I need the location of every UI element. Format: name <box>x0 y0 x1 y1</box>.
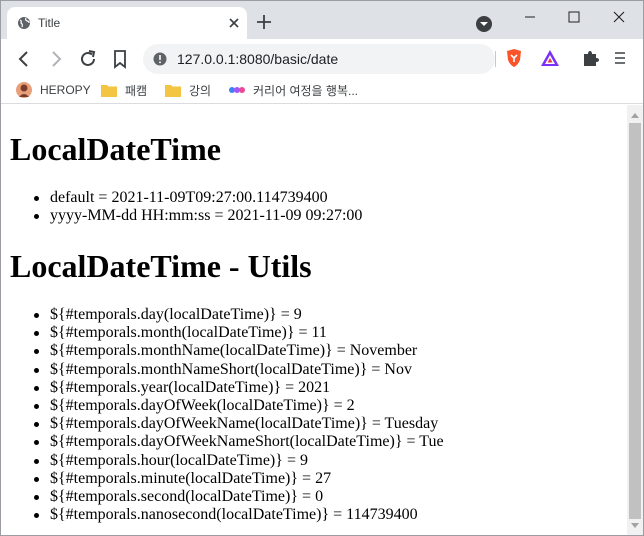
info-icon[interactable] <box>153 52 167 66</box>
tab-active[interactable]: Title <box>7 7 247 39</box>
puzzle-icon[interactable] <box>580 48 600 68</box>
list-item: default = 2021-11-09T09:27:00.114739400 <box>33 189 362 207</box>
bookmark-folder-강의[interactable]: 강의 <box>165 81 211 99</box>
bookmark-label: HEROPY <box>40 83 91 97</box>
close-icon[interactable] <box>225 14 243 32</box>
bookmarks-bar: HEROPY 패캠 강의 커리어 여정을 행복... <box>1 77 643 104</box>
plus-icon[interactable] <box>255 13 273 31</box>
bookmark-heropy[interactable]: HEROPY <box>16 81 91 99</box>
list-item: ${#temporals.hour(localDateTime)} = 9 <box>34 452 444 470</box>
vertical-scrollbar[interactable] <box>627 105 643 535</box>
list-item: ${#temporals.minute(localDateTime)} = 27 <box>34 470 444 488</box>
bookmark-label: 패캠 <box>125 83 148 98</box>
reload-icon[interactable] <box>77 48 99 70</box>
globe-icon <box>18 17 30 29</box>
tab-strip: Title <box>1 1 643 39</box>
page-content: LocalDateTime default = 2021-11-09T09:27… <box>1 105 627 535</box>
scrollbar-thumb[interactable] <box>629 123 641 519</box>
list-item: ${#temporals.monthNameShort(localDateTim… <box>34 361 444 379</box>
bookmark-label: 강의 <box>189 83 212 98</box>
list-item: ${#temporals.monthName(localDateTime)} =… <box>34 342 444 360</box>
bookmark-folder-패캠[interactable]: 패캠 <box>101 81 147 99</box>
forward-arrow-icon[interactable] <box>45 48 67 70</box>
url-text[interactable]: 127.0.0.1:8080/basic/date <box>177 51 338 67</box>
omnibox-divider <box>495 51 496 67</box>
list-item: yyyy-MM-dd HH:mm:ss = 2021-11-09 09:27:0… <box>33 207 363 225</box>
app-icon <box>229 87 245 93</box>
scroll-up-arrow-icon[interactable] <box>631 113 639 118</box>
brave-shield-icon[interactable] <box>504 48 524 68</box>
localdatetime-list: default = 2021-11-09T09:27:00.114739400 … <box>33 189 363 225</box>
chevron-down-icon[interactable] <box>475 15 493 33</box>
menu-icon[interactable] <box>610 48 630 68</box>
toolbar: 127.0.0.1:8080/basic/date <box>1 39 643 77</box>
list-item: ${#temporals.dayOfWeekName(localDateTime… <box>34 415 444 433</box>
browser-window: Title 127.0.0.1:8080/basic/date HEROPY 패… <box>0 0 644 536</box>
section-heading-localdatetime: LocalDateTime <box>10 131 221 167</box>
list-item: ${#temporals.day(localDateTime)} = 9 <box>34 306 444 324</box>
window-close-icon[interactable] <box>604 5 634 29</box>
list-item: ${#temporals.dayOfWeekNameShort(localDat… <box>34 433 444 451</box>
list-item: ${#temporals.dayOfWeek(localDateTime)} =… <box>34 397 444 415</box>
scroll-down-arrow-icon[interactable] <box>631 523 639 528</box>
brave-rewards-icon[interactable] <box>540 48 560 68</box>
tab-title: Title <box>38 16 61 30</box>
section-heading-utils: LocalDateTime - Utils <box>10 248 312 284</box>
folder-icon <box>101 85 117 97</box>
list-item: ${#temporals.second(localDateTime)} = 0 <box>34 488 444 506</box>
bookmark-icon[interactable] <box>109 48 131 70</box>
back-arrow-icon[interactable] <box>13 48 35 70</box>
maximize-icon[interactable] <box>559 5 589 29</box>
list-item: ${#temporals.year(localDateTime)} = 2021 <box>34 379 444 397</box>
list-item: ${#temporals.month(localDateTime)} = 11 <box>34 324 444 342</box>
list-item: ${#temporals.nanosecond(localDateTime)} … <box>34 506 444 524</box>
minimize-icon[interactable] <box>515 5 545 29</box>
bookmark-career[interactable]: 커리어 여정을 행복... <box>229 81 358 99</box>
avatar-icon <box>16 82 32 98</box>
address-bar[interactable]: 127.0.0.1:8080/basic/date <box>143 44 496 74</box>
bookmark-label: 커리어 여정을 행복... <box>253 83 358 98</box>
folder-icon <box>165 85 181 97</box>
utils-list: ${#temporals.day(localDateTime)} = 9 ${#… <box>34 306 444 524</box>
